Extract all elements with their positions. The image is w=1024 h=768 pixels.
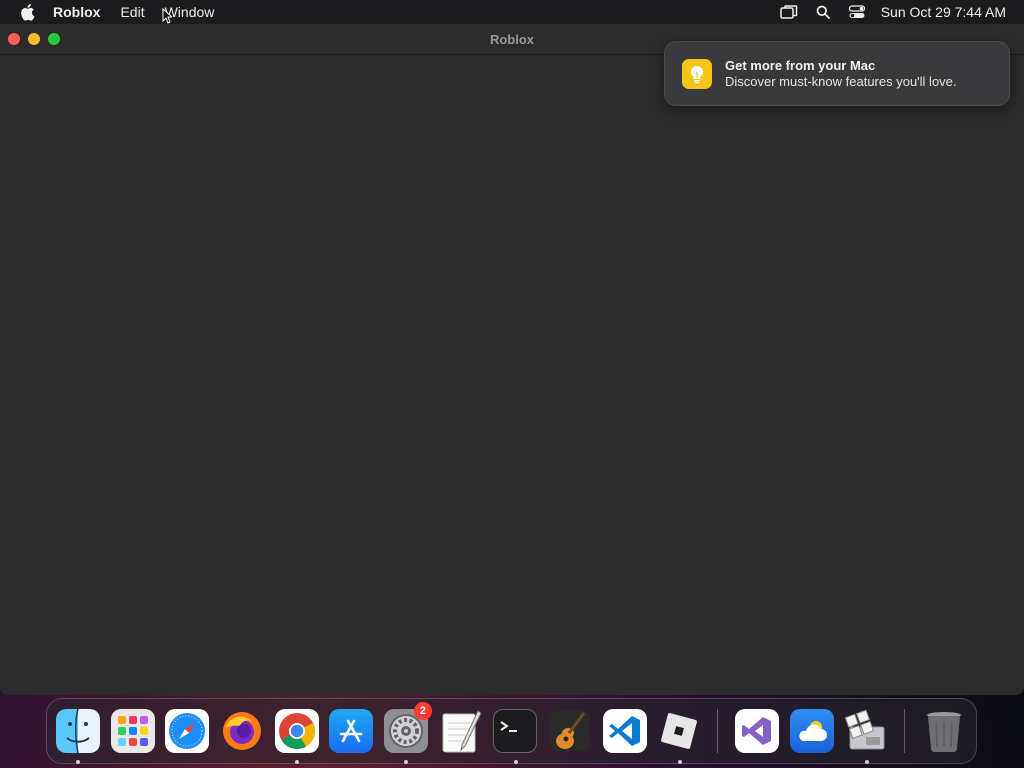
control-center-icon[interactable] xyxy=(847,4,867,20)
textedit-icon xyxy=(439,709,483,753)
dock-item-terminal[interactable] xyxy=(493,708,539,764)
running-indicator xyxy=(404,760,409,764)
dock-item-garageband[interactable] xyxy=(547,708,593,754)
terminal-icon xyxy=(493,709,538,753)
running-indicator xyxy=(864,760,869,764)
dock-item-trash[interactable] xyxy=(921,708,967,754)
running-indicator xyxy=(294,760,299,764)
running-indicator xyxy=(76,760,80,764)
menu-edit[interactable]: Edit xyxy=(120,4,144,20)
menu-window[interactable]: Window xyxy=(165,4,215,20)
notification-body: Discover must-know features you'll love. xyxy=(725,73,957,89)
safari-icon xyxy=(165,709,210,753)
weather-icon xyxy=(789,709,834,753)
dock-item-chrome[interactable] xyxy=(274,708,320,764)
menu-bar-right: Sun Oct 29 7:44 AM xyxy=(779,0,1006,24)
firefox-icon xyxy=(220,709,264,753)
notification-title: Get more from your Mac xyxy=(725,57,876,73)
window-content[interactable] xyxy=(0,55,1024,695)
running-indicator xyxy=(677,760,682,764)
dock-item-firefox[interactable] xyxy=(219,708,265,754)
visual-studio-icon xyxy=(735,709,780,753)
dock-separator xyxy=(904,709,906,753)
dock-item-bootcamp[interactable] xyxy=(844,708,890,764)
tips-notification[interactable]: Get more from your Mac Discover must-kno… xyxy=(664,41,1010,106)
dock: 2 xyxy=(46,698,977,764)
tips-lightbulb-icon xyxy=(682,58,712,89)
dock-item-textedit[interactable] xyxy=(438,708,484,754)
menu-bar-clock[interactable]: Sun Oct 29 7:44 AM xyxy=(881,4,1006,20)
dock-item-visual-studio[interactable] xyxy=(734,708,780,754)
finder-icon xyxy=(55,709,100,753)
dock-item-weather[interactable] xyxy=(789,708,835,754)
chrome-icon xyxy=(274,709,319,753)
dock-separator xyxy=(717,709,719,753)
trash-icon xyxy=(922,709,966,753)
launchpad-icon xyxy=(110,709,155,753)
dock-item-finder[interactable] xyxy=(55,708,101,764)
dock-item-launchpad[interactable] xyxy=(110,708,156,754)
close-button[interactable] xyxy=(8,33,20,45)
apple-menu-icon[interactable] xyxy=(19,4,35,21)
zoom-button[interactable] xyxy=(48,33,60,45)
menu-bar: Roblox Edit Window Sun Oct 29 7:44 AM xyxy=(0,0,1024,24)
dock-item-safari[interactable] xyxy=(164,708,210,754)
running-indicator xyxy=(513,760,518,764)
dock-item-system-settings[interactable]: 2 xyxy=(383,702,432,764)
traffic-lights xyxy=(8,33,68,45)
menu-bar-left: Roblox Edit Window xyxy=(0,4,234,21)
dock-item-roblox[interactable] xyxy=(657,708,703,764)
garageband-icon xyxy=(548,709,592,753)
minimize-button[interactable] xyxy=(28,33,40,45)
dock-item-app-store[interactable] xyxy=(328,708,374,754)
notification-text: Get more from your Mac Discover must-kno… xyxy=(725,58,957,90)
bootcamp-icon xyxy=(844,709,888,753)
menu-app-name[interactable]: Roblox xyxy=(53,4,100,20)
roblox-icon xyxy=(657,709,701,753)
display-mirror-icon[interactable] xyxy=(779,4,799,20)
app-store-icon xyxy=(329,709,374,753)
dock-item-vscode[interactable] xyxy=(602,708,648,754)
search-icon[interactable] xyxy=(813,4,833,20)
vscode-icon xyxy=(602,709,647,753)
roblox-window: Roblox xyxy=(0,24,1024,695)
notification-badge: 2 xyxy=(413,702,432,720)
